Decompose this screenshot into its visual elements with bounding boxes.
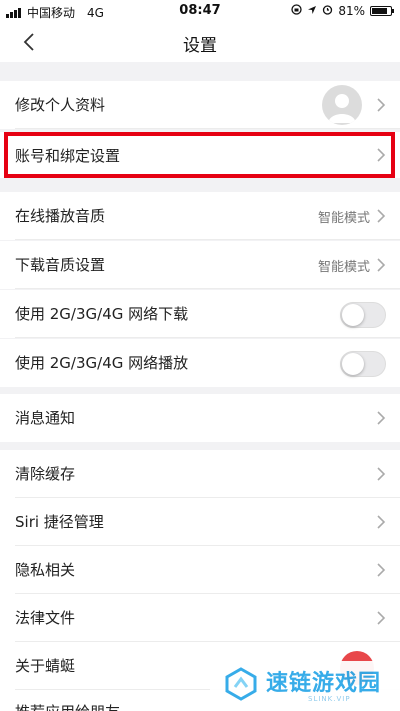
edit-profile-label: 修改个人资料 [15, 96, 106, 114]
chevron-right-icon [377, 467, 386, 481]
online-quality-row[interactable]: 在线播放音质 智能模式 [0, 192, 400, 240]
legal-docs-label: 法律文件 [15, 609, 76, 627]
avatar [322, 85, 362, 125]
network-play-row: 使用 2G/3G/4G 网络播放 [0, 339, 400, 387]
account-binding-row[interactable]: 账号和绑定设置 [0, 132, 400, 178]
network-play-toggle[interactable] [340, 351, 386, 377]
clear-cache-row[interactable]: 清除缓存 [0, 450, 400, 498]
notifications-row[interactable]: 消息通知 [0, 394, 400, 442]
privacy-label: 隐私相关 [15, 561, 76, 579]
watermark-subtext: SLINK.VIP [308, 695, 351, 703]
chevron-right-icon [377, 209, 386, 223]
chevron-right-icon [377, 411, 386, 425]
download-quality-value: 智能模式 [317, 260, 370, 275]
alarm-icon [322, 4, 333, 18]
battery-percent: 81% [338, 4, 365, 18]
network-download-row: 使用 2G/3G/4G 网络下载 [0, 290, 400, 338]
nav-bar: 设置 [0, 22, 400, 62]
account-binding-label: 账号和绑定设置 [15, 147, 121, 165]
siri-shortcuts-label: Siri 捷径管理 [15, 513, 104, 531]
siri-shortcuts-row[interactable]: Siri 捷径管理 [0, 498, 400, 546]
recommend-label: 推荐应用给朋友 [15, 701, 120, 711]
download-quality-label: 下载音质设置 [15, 256, 106, 274]
chevron-right-icon [377, 98, 386, 112]
notifications-label: 消息通知 [15, 409, 76, 427]
watermark-logo-icon [225, 667, 257, 701]
online-quality-value: 智能模式 [317, 211, 370, 226]
chevron-right-icon [377, 258, 386, 272]
watermark-text: 速链游戏园 [266, 671, 382, 696]
chevron-right-icon [377, 563, 386, 577]
chevron-right-icon [377, 515, 386, 529]
status-bar: 中国移动 4G 08:47 81% [0, 0, 400, 22]
chevron-right-icon [377, 148, 386, 162]
battery-icon [370, 6, 394, 16]
network-play-label: 使用 2G/3G/4G 网络播放 [15, 354, 189, 372]
edit-profile-row[interactable]: 修改个人资料 [0, 81, 400, 129]
privacy-row[interactable]: 隐私相关 [0, 546, 400, 594]
network-download-label: 使用 2G/3G/4G 网络下载 [15, 305, 189, 323]
network-download-toggle[interactable] [340, 302, 386, 328]
about-label: 关于蜻蜓 [15, 657, 76, 675]
download-quality-row[interactable]: 下载音质设置 智能模式 [0, 241, 400, 289]
online-quality-label: 在线播放音质 [15, 207, 106, 225]
legal-docs-row[interactable]: 法律文件 [0, 594, 400, 642]
watermark: 速链游戏园 SLINK.VIP [210, 661, 400, 711]
location-icon [307, 4, 317, 18]
clear-cache-label: 清除缓存 [15, 465, 76, 483]
orientation-lock-icon [291, 4, 302, 18]
page-title: 设置 [183, 36, 217, 56]
chevron-right-icon [377, 611, 386, 625]
